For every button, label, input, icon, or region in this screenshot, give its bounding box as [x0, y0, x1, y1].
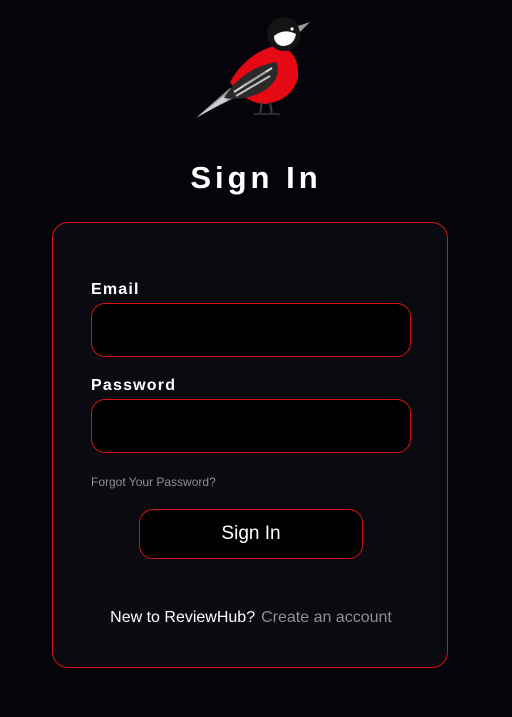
email-label: Email — [91, 281, 140, 298]
sign-in-form: Email Password Forgot Your Password? Sig… — [52, 222, 448, 668]
forgot-password-link[interactable]: Forgot Your Password? — [91, 475, 216, 489]
password-field[interactable] — [91, 399, 411, 453]
email-field[interactable] — [91, 303, 411, 357]
create-account-link[interactable]: Create an account — [261, 609, 392, 626]
signup-prompt: New to ReviewHub? Create an account — [53, 609, 449, 627]
bird-logo-icon — [190, 12, 314, 122]
sign-in-page: Sign In Email Password Forgot Your Passw… — [0, 0, 512, 717]
sign-in-button[interactable]: Sign In — [139, 509, 363, 559]
signup-question: New to ReviewHub? — [110, 609, 256, 626]
page-title: Sign In — [190, 160, 322, 195]
password-label: Password — [91, 377, 177, 394]
